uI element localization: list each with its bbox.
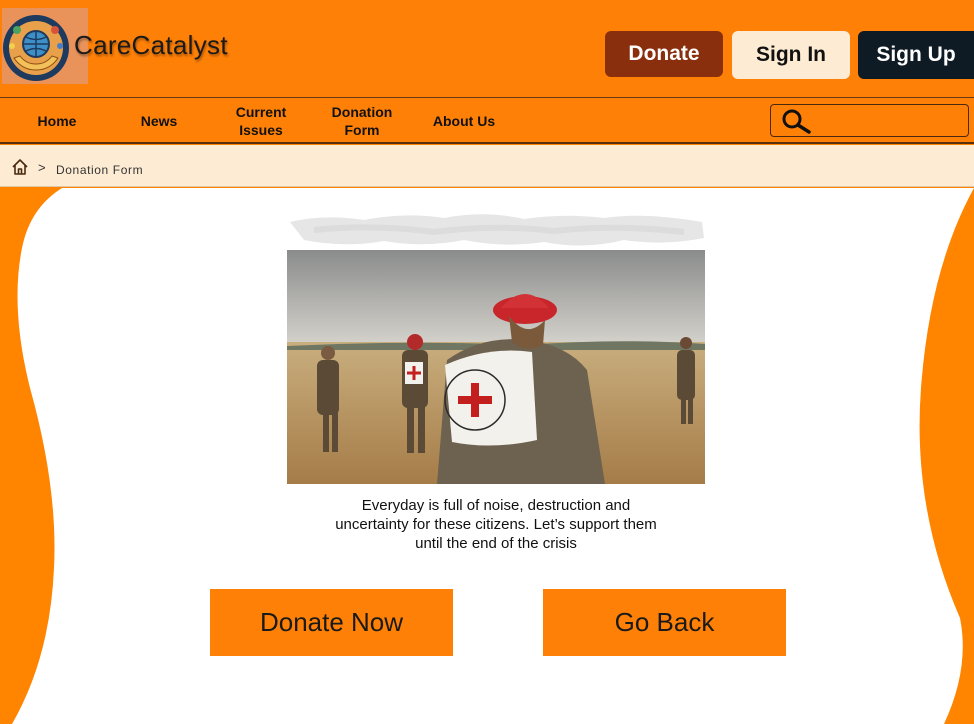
nav-item-news[interactable]: News	[124, 98, 194, 143]
nav-item-donation-form[interactable]: Donation Form	[322, 98, 402, 143]
donate-now-button[interactable]: Donate Now	[210, 589, 453, 656]
aid-workers-photo	[287, 250, 705, 484]
sign-in-button[interactable]: Sign In	[732, 31, 850, 79]
home-icon[interactable]	[11, 158, 29, 181]
nav-item-current-issues[interactable]: Current Issues	[222, 98, 300, 143]
sign-up-button[interactable]: Sign Up	[858, 31, 974, 79]
nav-item-home[interactable]: Home	[22, 98, 92, 143]
photo-caption: Everyday is full of noise, destruction a…	[335, 497, 657, 552]
go-back-button[interactable]: Go Back	[543, 589, 786, 656]
breadcrumb-separator: >	[38, 160, 46, 175]
site-header: CareCatalyst Donate Sign In Sign Up	[0, 0, 974, 97]
nav-item-about-us[interactable]: About Us	[424, 98, 504, 143]
brand-name[interactable]: CareCatalyst	[74, 30, 228, 61]
search-icon[interactable]	[781, 108, 813, 139]
breadcrumb: > Donation Form	[0, 145, 974, 187]
redacted-title	[290, 214, 704, 246]
search-input[interactable]	[770, 104, 969, 137]
donate-button[interactable]: Donate	[605, 31, 723, 77]
breadcrumb-current: Donation Form	[56, 163, 144, 177]
main-nav: Home News Current Issues Donation Form A…	[0, 97, 974, 144]
